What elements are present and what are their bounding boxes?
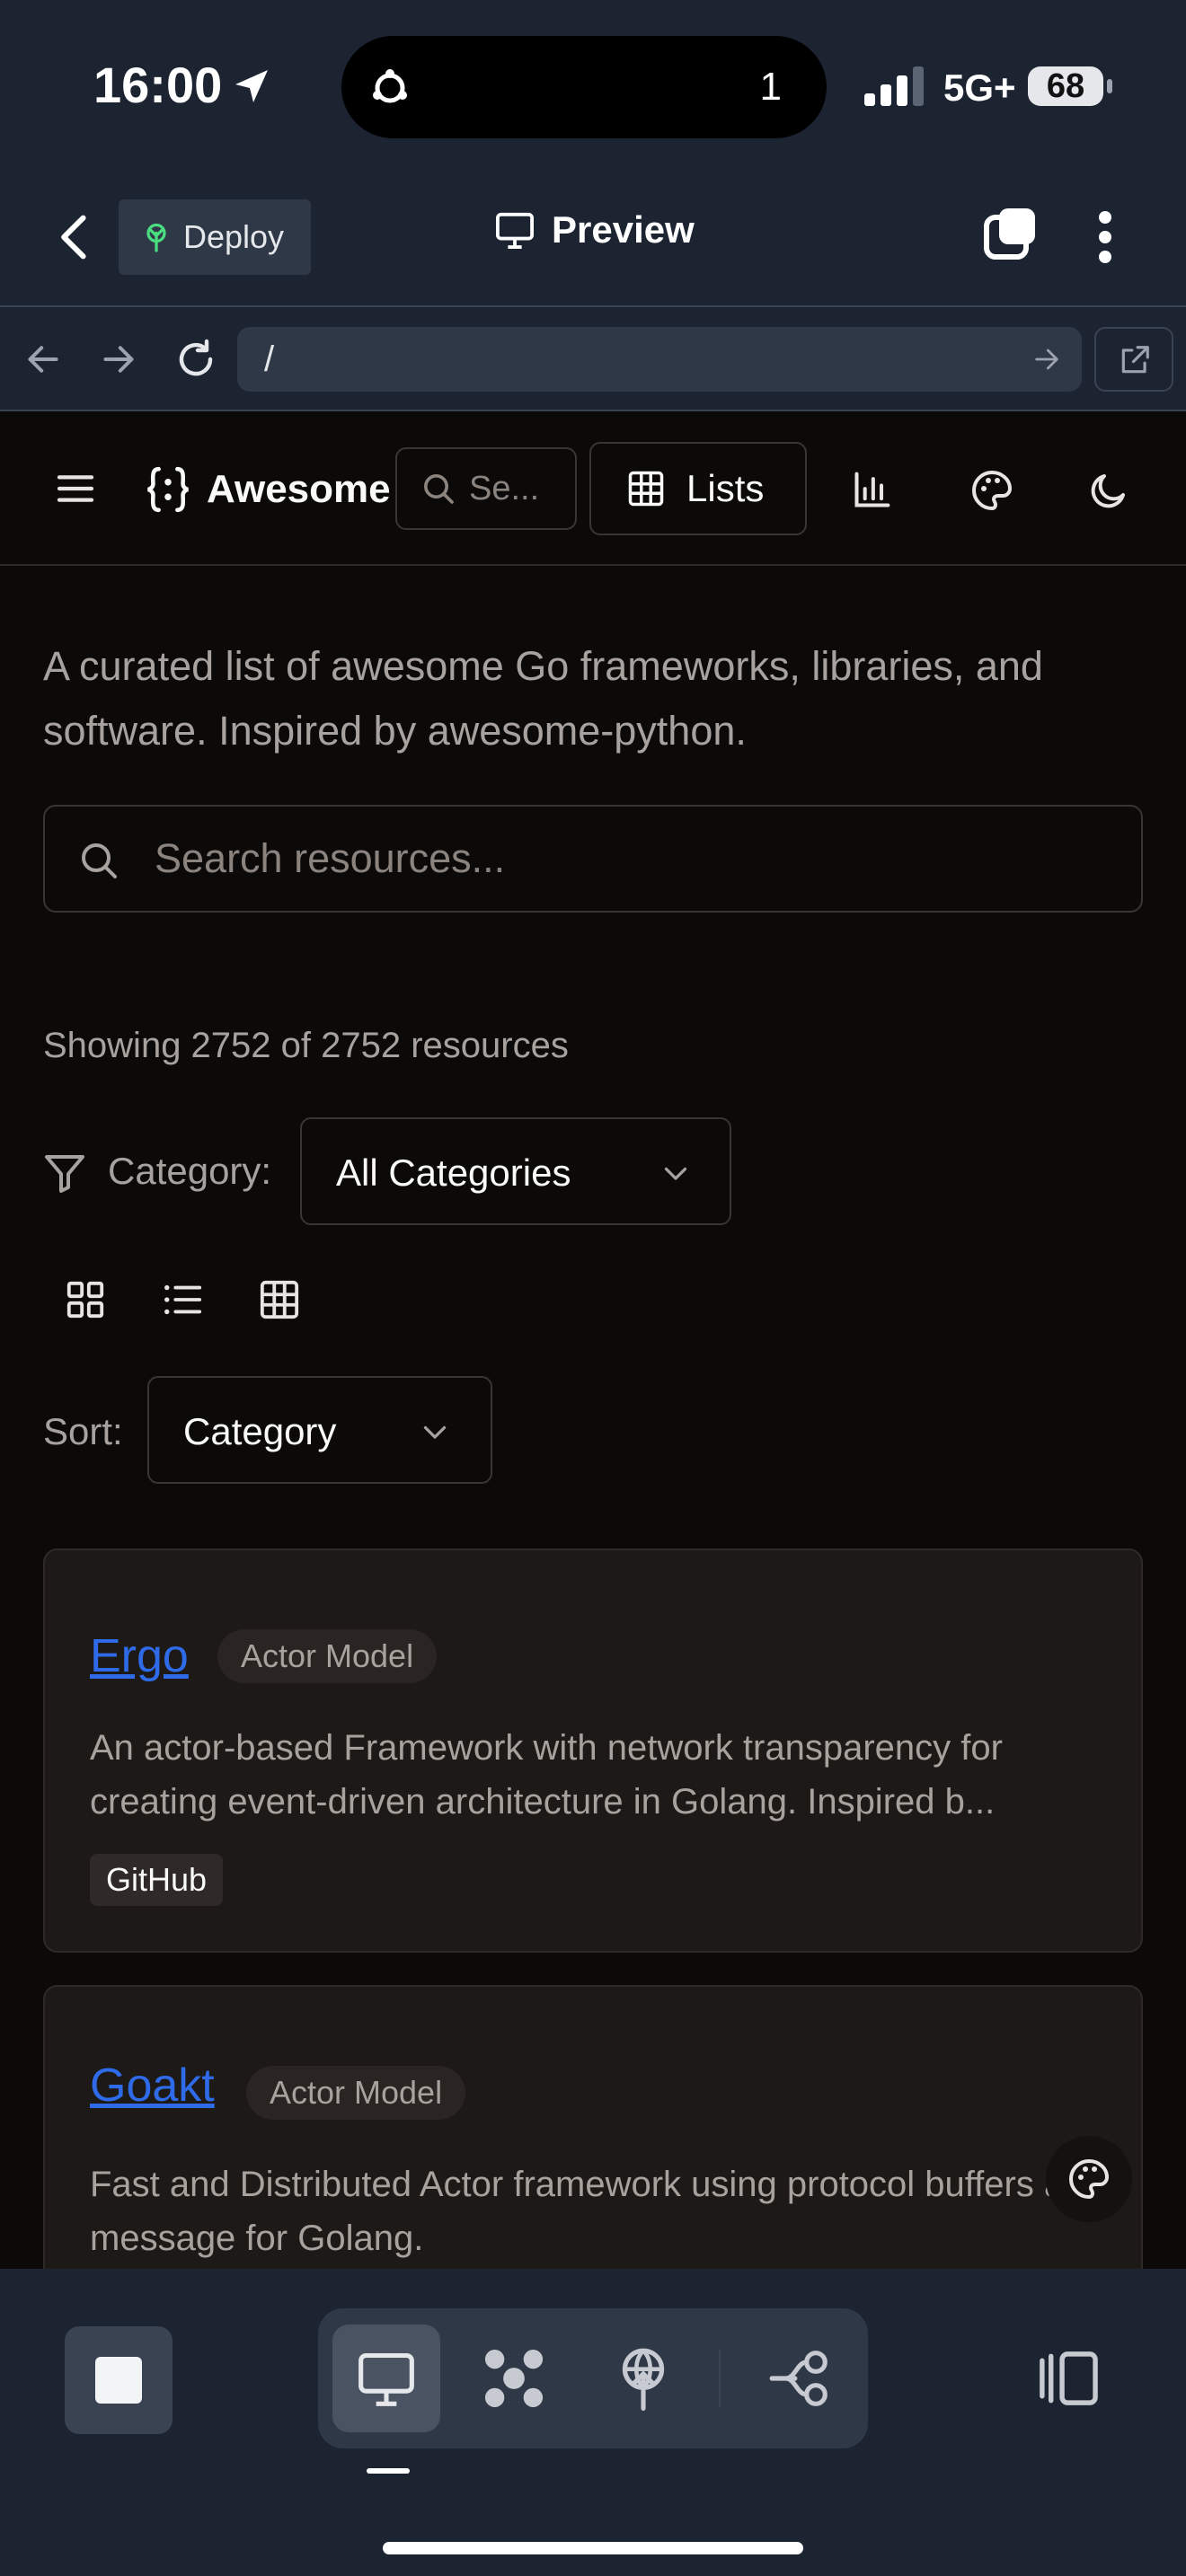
list-view-icon[interactable] bbox=[162, 1279, 203, 1320]
sort-select-value: Category bbox=[183, 1410, 337, 1452]
workflows-icon[interactable] bbox=[480, 2346, 548, 2411]
source-tag: GitHub bbox=[90, 1854, 224, 1906]
resource-title-link[interactable]: Ergo bbox=[90, 1629, 189, 1683]
island-count: 1 bbox=[759, 65, 782, 109]
category-select-value: All Categories bbox=[336, 1151, 571, 1194]
intro-text: A curated list of awesome Go frameworks,… bbox=[43, 643, 1043, 754]
filter-icon bbox=[45, 1155, 84, 1193]
go-arrow-icon[interactable] bbox=[1031, 345, 1062, 374]
sort-select[interactable]: Category bbox=[147, 1376, 492, 1484]
status-time: 16:00 bbox=[93, 57, 223, 113]
nav-forward-icon[interactable] bbox=[99, 341, 138, 377]
bar-chart-icon[interactable] bbox=[852, 471, 891, 510]
category-select[interactable]: All Categories bbox=[300, 1117, 731, 1225]
ide-bottom-toolbar bbox=[0, 2269, 1186, 2576]
preview-label: Preview bbox=[552, 208, 695, 251]
resource-search-placeholder: Search resources... bbox=[155, 835, 506, 881]
browser-url-bar: / bbox=[0, 305, 1186, 411]
braces-icon[interactable] bbox=[142, 463, 194, 516]
palette-icon bbox=[1068, 2158, 1110, 2200]
nav-search-input[interactable]: Se... bbox=[395, 447, 577, 530]
chevron-down-icon bbox=[664, 1167, 687, 1180]
open-external-button[interactable] bbox=[1094, 327, 1173, 392]
category-badge: Actor Model bbox=[246, 2066, 466, 2120]
battery-tip bbox=[1107, 79, 1112, 93]
tab-preview[interactable] bbox=[332, 2325, 440, 2432]
stop-icon bbox=[95, 2357, 142, 2404]
table-view-icon[interactable] bbox=[259, 1279, 300, 1320]
resource-title-link[interactable]: Goakt bbox=[90, 2059, 215, 2113]
search-icon bbox=[424, 474, 454, 504]
grid-view-icon[interactable] bbox=[65, 1279, 106, 1320]
search-icon bbox=[82, 843, 117, 878]
tab-divider bbox=[719, 2350, 721, 2407]
url-path: / bbox=[264, 340, 275, 379]
palette-icon[interactable] bbox=[970, 469, 1013, 512]
preview-tab[interactable]: Preview bbox=[494, 208, 695, 251]
nav-search-placeholder: Se... bbox=[469, 469, 540, 507]
home-indicator bbox=[383, 2542, 803, 2554]
moon-icon[interactable] bbox=[1087, 469, 1130, 512]
signal-icon bbox=[864, 66, 924, 106]
back-arrow-icon[interactable] bbox=[52, 210, 99, 264]
more-vertical-icon[interactable] bbox=[1087, 208, 1123, 266]
ide-header: Deploy Preview bbox=[0, 171, 1186, 305]
network-type: 5G+ bbox=[943, 66, 1016, 109]
deploy-label: Deploy bbox=[183, 218, 285, 255]
menu-icon[interactable] bbox=[56, 472, 95, 505]
status-bar: 16:00 1 5G+ 68 bbox=[0, 0, 1186, 171]
resource-card: Ergo Actor Model An actor-based Framewor… bbox=[43, 1548, 1143, 1953]
stop-button[interactable] bbox=[65, 2326, 173, 2434]
sort-label: Sort: bbox=[43, 1410, 123, 1452]
nav-back-icon[interactable] bbox=[23, 341, 63, 377]
monitor-icon bbox=[358, 2352, 414, 2406]
theme-fab-button[interactable] bbox=[1046, 2136, 1132, 2222]
resource-search-input[interactable]: Search resources... bbox=[43, 805, 1143, 913]
git-icon[interactable] bbox=[767, 2346, 832, 2411]
category-label: Category: bbox=[108, 1150, 272, 1192]
tool-tab-group bbox=[318, 2308, 868, 2448]
dynamic-island: 1 bbox=[341, 36, 827, 138]
resource-description: An actor-based Framework with network tr… bbox=[90, 1728, 1003, 1822]
brand-name[interactable]: Awesome bbox=[207, 467, 391, 512]
url-input[interactable]: / bbox=[237, 327, 1082, 392]
external-link-icon bbox=[1121, 346, 1149, 374]
location-arrow-icon bbox=[235, 70, 268, 102]
table-icon bbox=[628, 471, 664, 507]
lists-label: Lists bbox=[686, 467, 765, 509]
active-tab-indicator bbox=[367, 2468, 410, 2474]
deploy-icon bbox=[146, 223, 166, 252]
monitor-icon bbox=[496, 212, 534, 249]
tabs-icon[interactable] bbox=[981, 205, 1039, 262]
battery-level: 68 bbox=[1028, 66, 1103, 106]
ubuntu-icon bbox=[373, 69, 407, 103]
resource-description: Fast and Distributed Actor framework usi… bbox=[90, 2165, 1083, 2258]
app-navbar: Awesome Se... Lists bbox=[0, 411, 1186, 566]
refresh-icon[interactable] bbox=[174, 338, 217, 381]
deploy-icon[interactable] bbox=[615, 2346, 672, 2411]
panel-icon[interactable] bbox=[1033, 2346, 1100, 2411]
category-badge: Actor Model bbox=[217, 1629, 438, 1683]
deploy-button[interactable]: Deploy bbox=[119, 199, 311, 275]
results-count: Showing 2752 of 2752 resources bbox=[43, 1026, 569, 1065]
lists-button[interactable]: Lists bbox=[589, 442, 807, 535]
chevron-down-icon bbox=[423, 1425, 447, 1439]
